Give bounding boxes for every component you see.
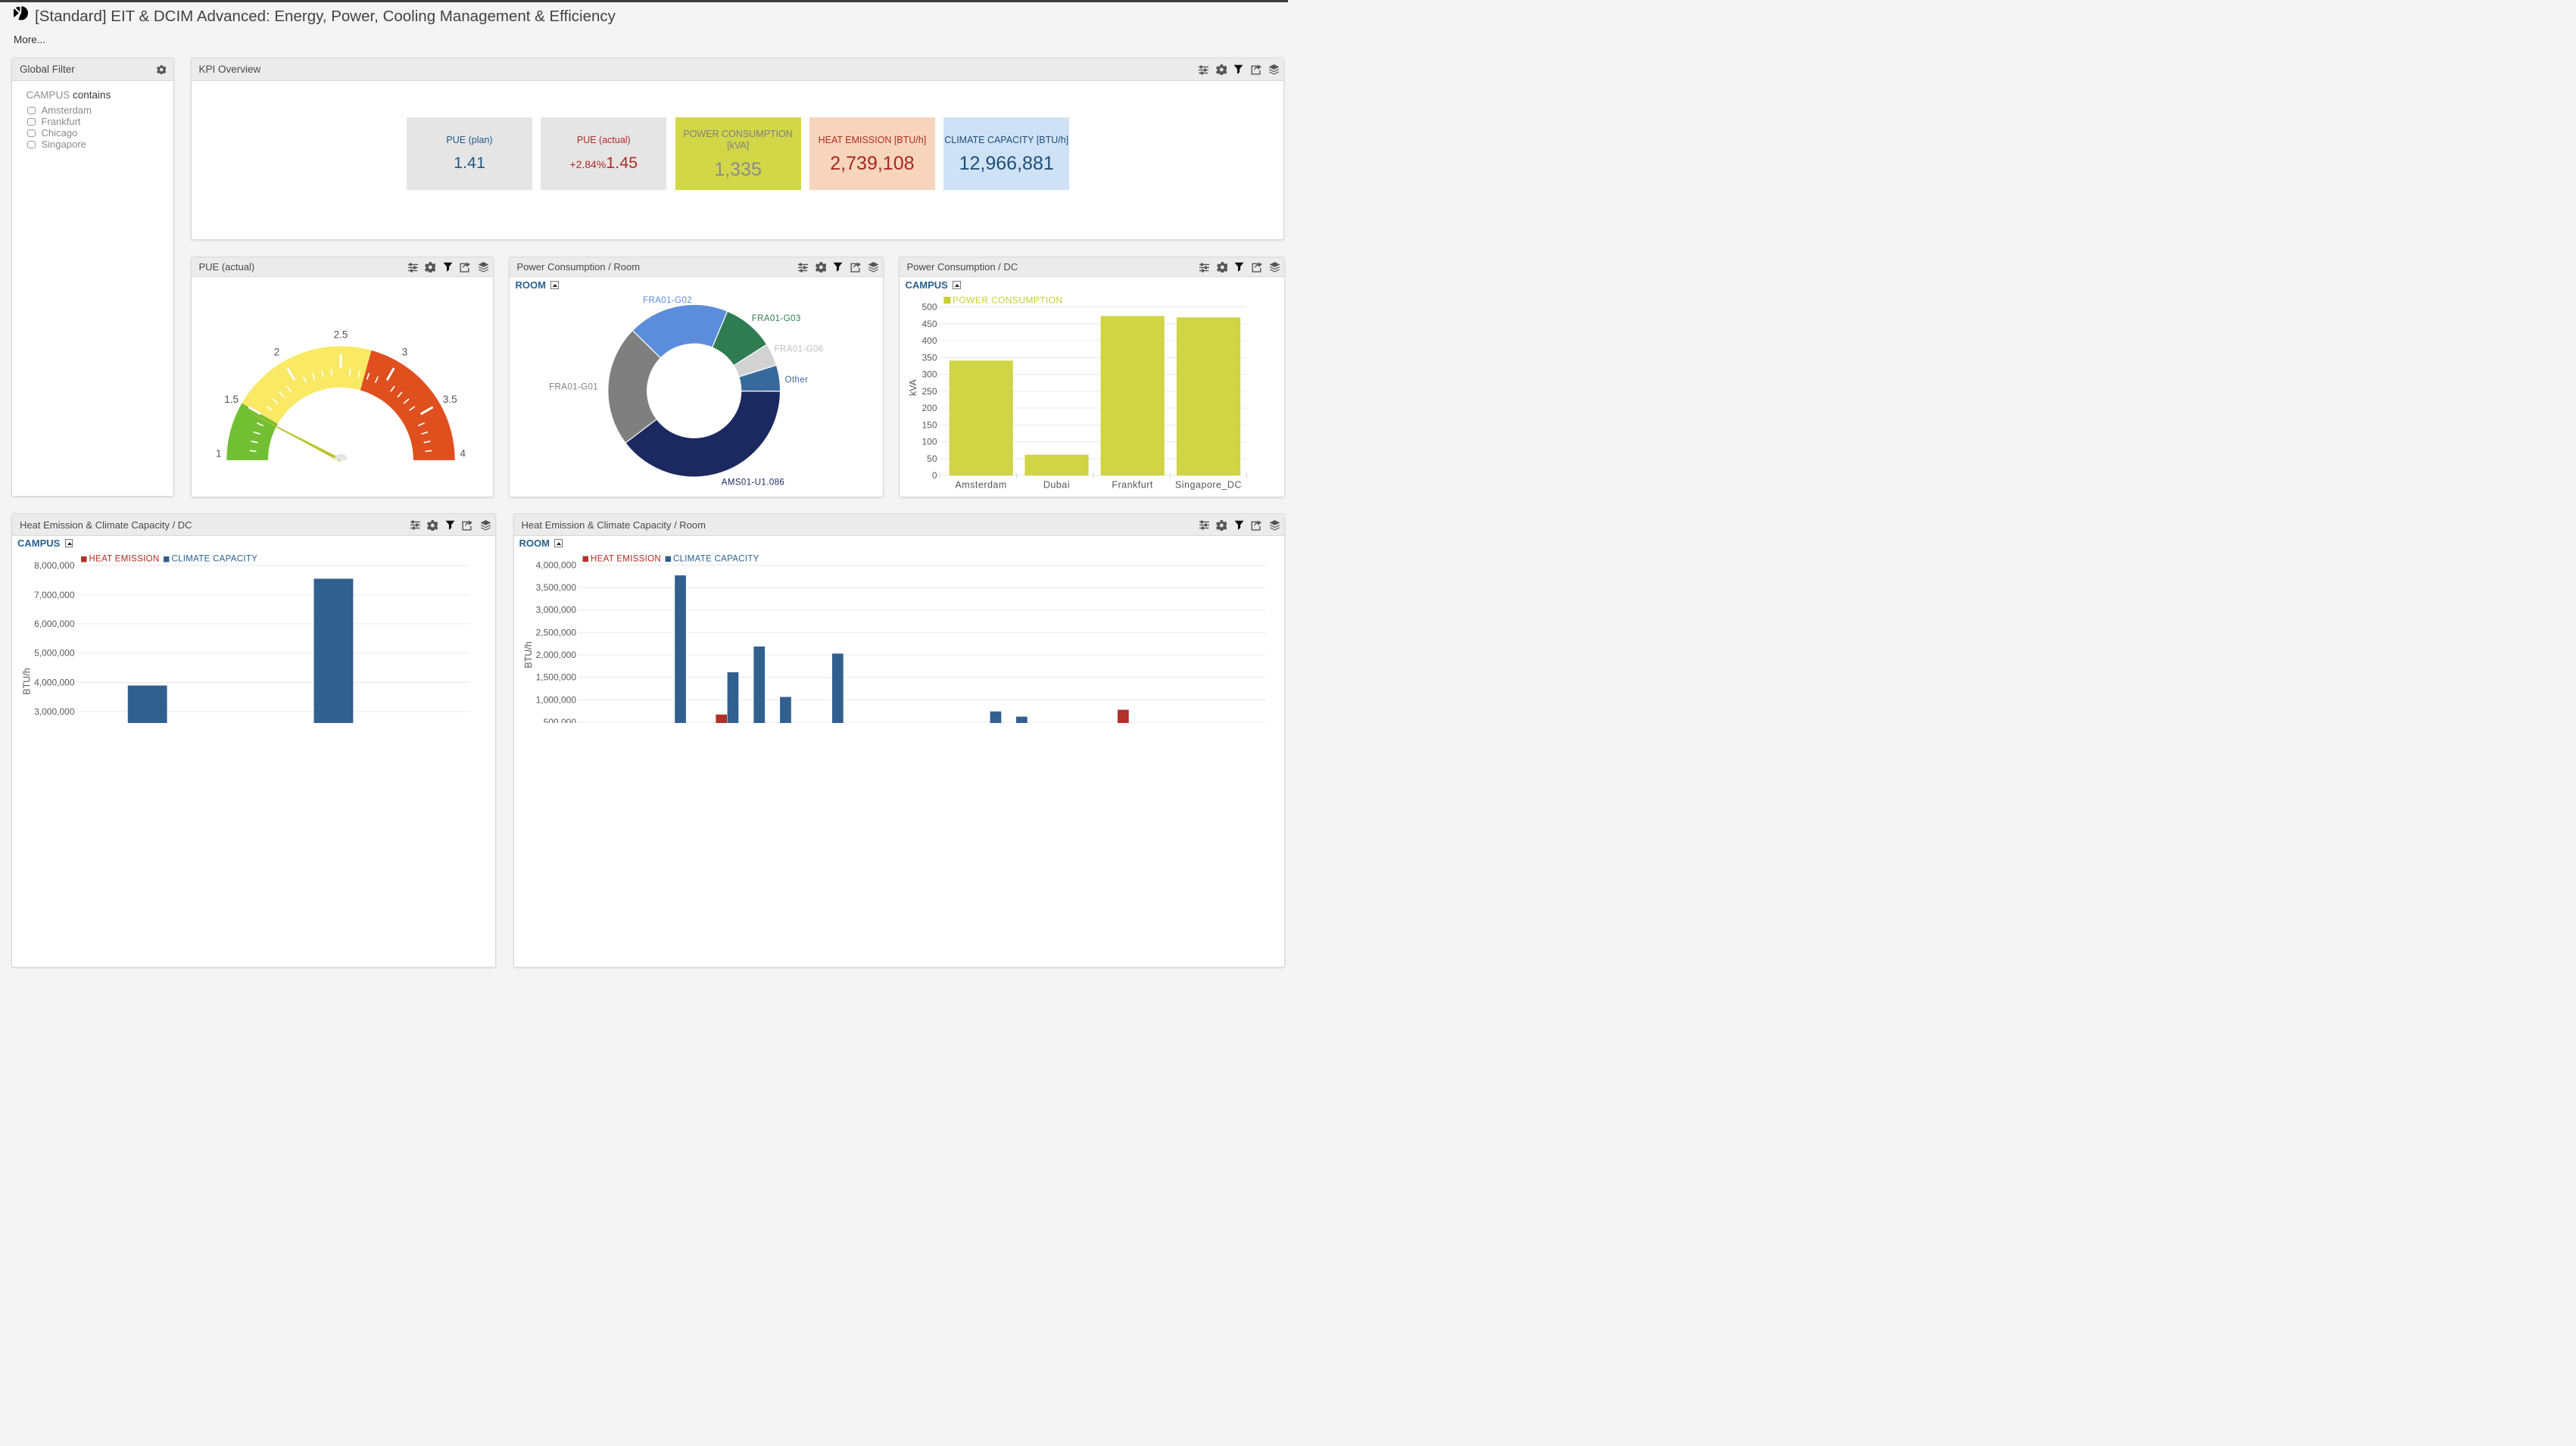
svg-text:3,500,000: 3,500,000 [536, 582, 577, 593]
svg-text:BTU/h: BTU/h [523, 641, 534, 668]
svg-text:1,500,000: 1,500,000 [536, 672, 577, 683]
svg-text:500,000: 500,000 [544, 717, 577, 723]
svg-text:2,500,000: 2,500,000 [536, 627, 577, 637]
svg-text:HEAT EMISSION: HEAT EMISSION [591, 555, 661, 564]
svg-text:2,000,000: 2,000,000 [536, 650, 577, 660]
svg-text:1,000,000: 1,000,000 [536, 694, 577, 705]
svg-text:4,000,000: 4,000,000 [536, 559, 577, 570]
svg-text:3,000,000: 3,000,000 [536, 605, 577, 615]
svg-text:CLIMATE CAPACITY: CLIMATE CAPACITY [673, 555, 759, 564]
